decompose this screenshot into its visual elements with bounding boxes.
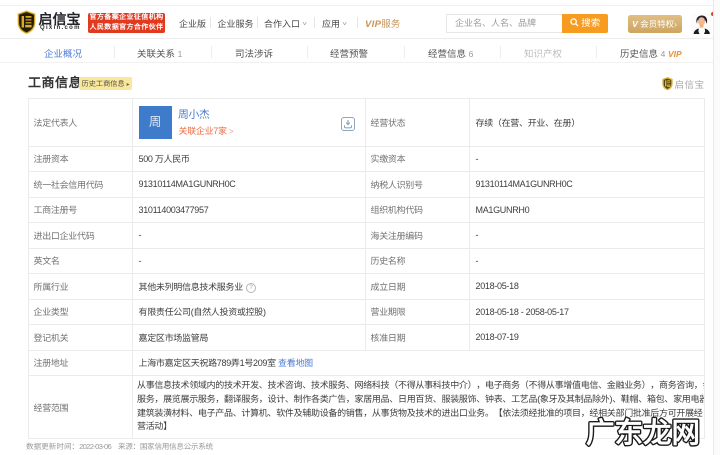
svg-text:广东龙网: 广东龙网 xyxy=(586,418,700,450)
